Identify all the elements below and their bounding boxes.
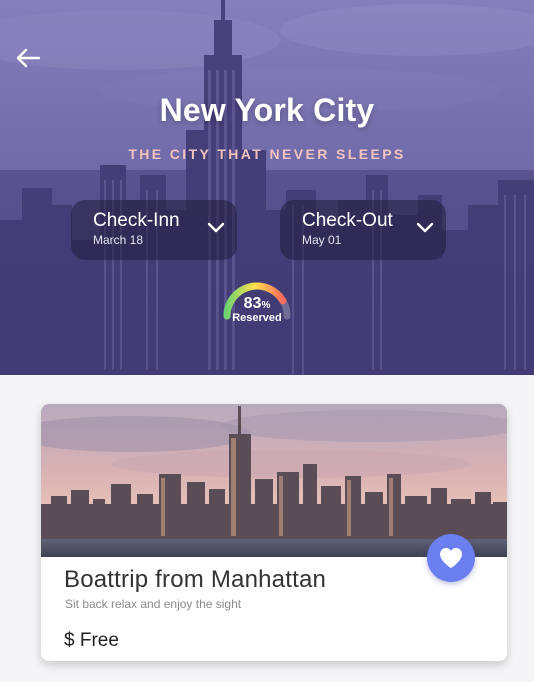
activity-card[interactable]: Boattrip from Manhattan Sit back relax a…	[41, 404, 507, 661]
checkout-date: May 01	[302, 233, 342, 247]
reservation-gauge: 83% Reserved	[219, 272, 295, 328]
checkout-label: Check-Out	[302, 210, 393, 231]
hero-banner: New York City THE CITY THAT NEVER SLEEPS…	[0, 0, 534, 375]
reservation-label: Reserved	[232, 312, 282, 324]
checkin-dropdown[interactable]: Check-Inn March 18	[71, 200, 237, 260]
chevron-down-icon	[207, 222, 225, 233]
back-button[interactable]	[12, 42, 44, 74]
card-description: Sit back relax and enjoy the sight	[65, 597, 242, 611]
arrow-left-icon	[16, 48, 41, 68]
percent-symbol: %	[261, 300, 271, 311]
heart-icon	[440, 548, 462, 568]
checkout-dropdown[interactable]: Check-Out May 01	[280, 200, 446, 260]
favorite-button[interactable]	[427, 534, 475, 582]
page-title: New York City	[159, 92, 375, 128]
card-title: Boattrip from Manhattan	[64, 566, 327, 593]
checkin-label: Check-Inn	[93, 210, 180, 231]
manhattan-skyline-image	[41, 404, 507, 557]
card-price: $ Free	[64, 630, 119, 651]
card-image	[41, 404, 507, 557]
reservation-percent: 83%	[243, 295, 271, 312]
page-subtitle: THE CITY THAT NEVER SLEEPS	[128, 146, 406, 162]
checkin-date: March 18	[93, 233, 144, 247]
chevron-down-icon	[416, 222, 434, 233]
